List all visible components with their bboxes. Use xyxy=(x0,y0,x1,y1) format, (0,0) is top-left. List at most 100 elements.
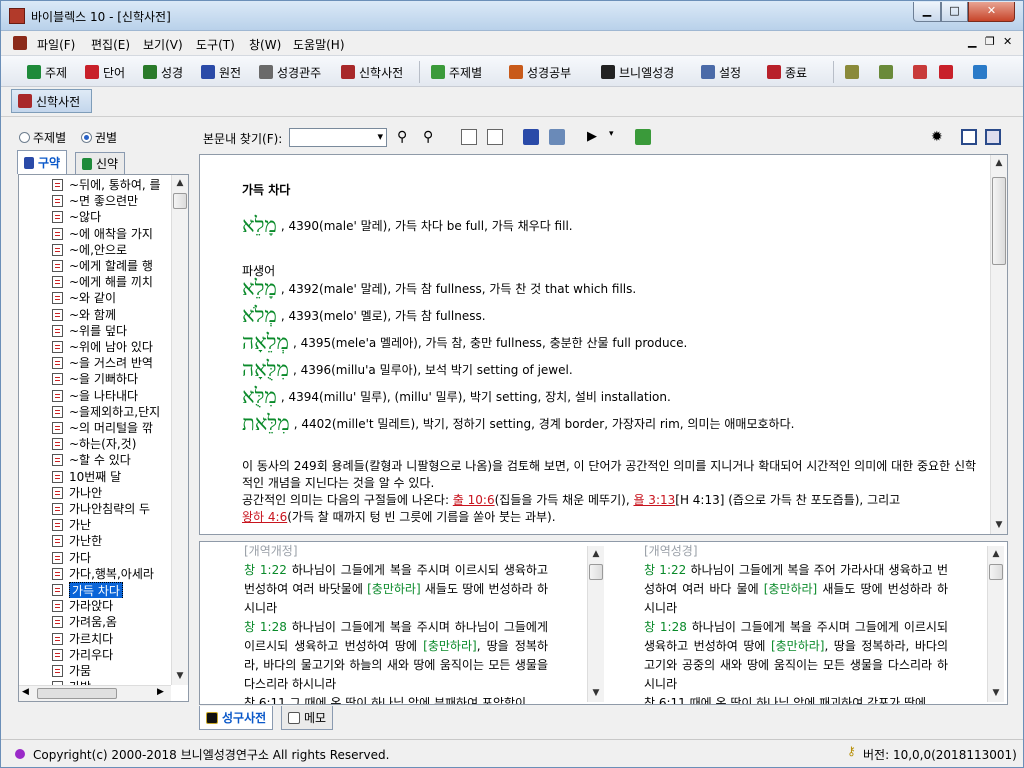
tree-item[interactable]: ~할 수 있다 xyxy=(19,452,179,468)
tree-item[interactable]: ~않다 xyxy=(19,209,179,225)
tree-item[interactable]: ~에게 할례를 행 xyxy=(19,258,179,274)
page-icon[interactable] xyxy=(461,129,477,145)
radio-by-book[interactable]: 권별 xyxy=(81,129,117,146)
play-icon[interactable]: ▶ xyxy=(587,129,603,145)
toolbar-by-topic-button[interactable]: 주제별 xyxy=(431,61,482,83)
menu-help[interactable]: 도움말(H) xyxy=(293,36,345,53)
tree-item[interactable]: ~위를 덮다 xyxy=(19,323,179,339)
toolbar-peniel-bible-button[interactable]: 브니엘성경 xyxy=(601,61,674,83)
minimize-button[interactable]: ▁ xyxy=(913,2,941,22)
tree-item[interactable]: ~뒤에, 통하여, 를 xyxy=(19,177,179,193)
scroll-thumb[interactable] xyxy=(37,688,117,699)
tree-item[interactable]: 가르치다 xyxy=(19,631,179,647)
book-icon[interactable] xyxy=(523,129,539,145)
tree-item[interactable]: 가려움,옴 xyxy=(19,614,179,630)
tree-item[interactable]: ~위에 남아 있다 xyxy=(19,339,179,355)
tree-item[interactable]: ~을 기뻐하다 xyxy=(19,371,179,387)
radio-by-topic[interactable]: 주제별 xyxy=(19,129,66,146)
layout-icon[interactable] xyxy=(961,129,977,145)
layout-split-icon[interactable] xyxy=(985,129,1001,145)
tree-item[interactable]: 가다,행복,아세라 xyxy=(19,566,179,582)
menu-view[interactable]: 보기(V) xyxy=(143,36,183,53)
dropdown-icon[interactable]: ▾ xyxy=(609,129,625,145)
scroll-thumb[interactable] xyxy=(589,564,603,580)
toolbar-bible-study-button[interactable]: 성경공부 xyxy=(509,61,571,83)
binoculars-icon[interactable]: ⚲ xyxy=(397,129,413,145)
tree-item[interactable]: 가나안침략의 두 xyxy=(19,501,179,517)
tree-hscroll[interactable]: ◀ ▶ xyxy=(19,685,171,701)
tree-item[interactable]: ~을 나타내다 xyxy=(19,388,179,404)
left-verse-vscroll[interactable]: ▲ ▼ xyxy=(587,546,604,702)
scroll-thumb[interactable] xyxy=(992,177,1006,265)
scroll-thumb[interactable] xyxy=(989,564,1003,580)
find-next-icon[interactable]: ⚲ xyxy=(423,129,439,145)
tab-memo[interactable]: 메모 xyxy=(281,706,334,730)
tree-item[interactable]: 가득 차다 xyxy=(19,582,179,598)
tree-item[interactable]: 가다 xyxy=(19,550,179,566)
tree-item[interactable]: ~하는(자,것) xyxy=(19,436,179,452)
toolbar-theology-dict-button[interactable]: 신학사전 xyxy=(341,61,403,83)
tree-item[interactable]: ~에게 해를 끼치 xyxy=(19,274,179,290)
tree-item[interactable]: ~면 좋으련만 xyxy=(19,193,179,209)
search-input[interactable] xyxy=(289,128,387,147)
print-icon[interactable] xyxy=(879,65,893,79)
page-icon[interactable] xyxy=(487,129,503,145)
scroll-up-icon[interactable]: ▲ xyxy=(988,546,1004,562)
tab-old-testament[interactable]: 구약 xyxy=(17,150,68,174)
scroll-down-icon[interactable]: ▼ xyxy=(588,685,604,701)
scroll-right-icon[interactable]: ▶ xyxy=(157,687,164,697)
verse-link[interactable]: 욜 3:13 xyxy=(633,493,675,507)
tree-item[interactable]: 가라앉다 xyxy=(19,598,179,614)
tree-item[interactable]: ~와 함께 xyxy=(19,307,179,323)
toolbar-topic-button[interactable]: 주제 xyxy=(27,61,67,83)
paste-icon[interactable] xyxy=(939,65,953,79)
scroll-down-icon[interactable]: ▼ xyxy=(988,685,1004,701)
verse-link[interactable]: 출 10:6 xyxy=(453,493,495,507)
scroll-down-icon[interactable]: ▼ xyxy=(172,668,188,684)
tree-item[interactable]: ~을 거스려 반역 xyxy=(19,355,179,371)
mdi-close-button[interactable]: ✕ xyxy=(1003,35,1012,48)
verse-ref[interactable]: 창 1:28 xyxy=(244,620,287,634)
scroll-down-icon[interactable]: ▼ xyxy=(991,517,1007,533)
scroll-thumb[interactable] xyxy=(173,193,187,209)
scroll-up-icon[interactable]: ▲ xyxy=(991,155,1007,171)
tree-item[interactable]: 가난 xyxy=(19,517,179,533)
verse-ref[interactable]: 창 1:22 xyxy=(244,563,287,577)
toolbar-bible-button[interactable]: 성경 xyxy=(143,61,183,83)
copy-icon[interactable] xyxy=(913,65,927,79)
mdi-minimize-button[interactable]: ▁ xyxy=(968,35,976,48)
tree-item[interactable]: ~의 머리털을 깎 xyxy=(19,420,179,436)
toolbar-exit-button[interactable]: 종료 xyxy=(767,61,807,83)
doc-tab-theology-dict[interactable]: 신학사전 xyxy=(11,89,92,113)
help-icon[interactable] xyxy=(973,65,987,79)
menu-edit[interactable]: 편집(E) xyxy=(91,36,130,53)
refresh-icon[interactable] xyxy=(635,129,651,145)
tab-new-testament[interactable]: 신약 xyxy=(75,152,126,174)
right-verse-vscroll[interactable]: ▲ ▼ xyxy=(987,546,1004,702)
tree-item[interactable]: ~에,안으로 xyxy=(19,242,179,258)
tree-vscroll[interactable]: ▲ ▼ xyxy=(171,175,188,685)
tab-verse-dict[interactable]: 성구사전 xyxy=(199,706,274,730)
menu-file[interactable]: 파일(F) xyxy=(37,36,75,53)
menu-window[interactable]: 창(W) xyxy=(249,36,281,53)
tree-item[interactable]: 가나안 xyxy=(19,485,179,501)
menu-tools[interactable]: 도구(T) xyxy=(196,36,235,53)
mdi-restore-button[interactable]: ❐ xyxy=(985,35,995,48)
tree-item[interactable]: 가난한 xyxy=(19,533,179,549)
gear-icon[interactable]: ✹ xyxy=(931,129,947,145)
search-doc-icon[interactable] xyxy=(549,129,565,145)
maximize-button[interactable]: □ xyxy=(941,2,968,22)
tree-item[interactable]: 10번째 달 xyxy=(19,469,179,485)
toolbar-settings-button[interactable]: 설정 xyxy=(701,61,741,83)
verse-ref[interactable]: 창 1:22 xyxy=(644,563,686,577)
verse-ref[interactable]: 창 1:28 xyxy=(644,620,687,634)
bookmark-icon[interactable] xyxy=(845,65,859,79)
tree-item[interactable]: 가뭄 xyxy=(19,663,179,679)
scroll-left-icon[interactable]: ◀ xyxy=(22,687,29,697)
scroll-up-icon[interactable]: ▲ xyxy=(172,175,188,191)
toolbar-original-button[interactable]: 원전 xyxy=(201,61,241,83)
toolbar-cross-ref-button[interactable]: 성경관주 xyxy=(259,61,321,83)
content-vscroll[interactable]: ▲ ▼ xyxy=(990,155,1007,534)
close-button[interactable]: ✕ xyxy=(968,2,1015,22)
tree-item[interactable]: ~와 같이 xyxy=(19,290,179,306)
